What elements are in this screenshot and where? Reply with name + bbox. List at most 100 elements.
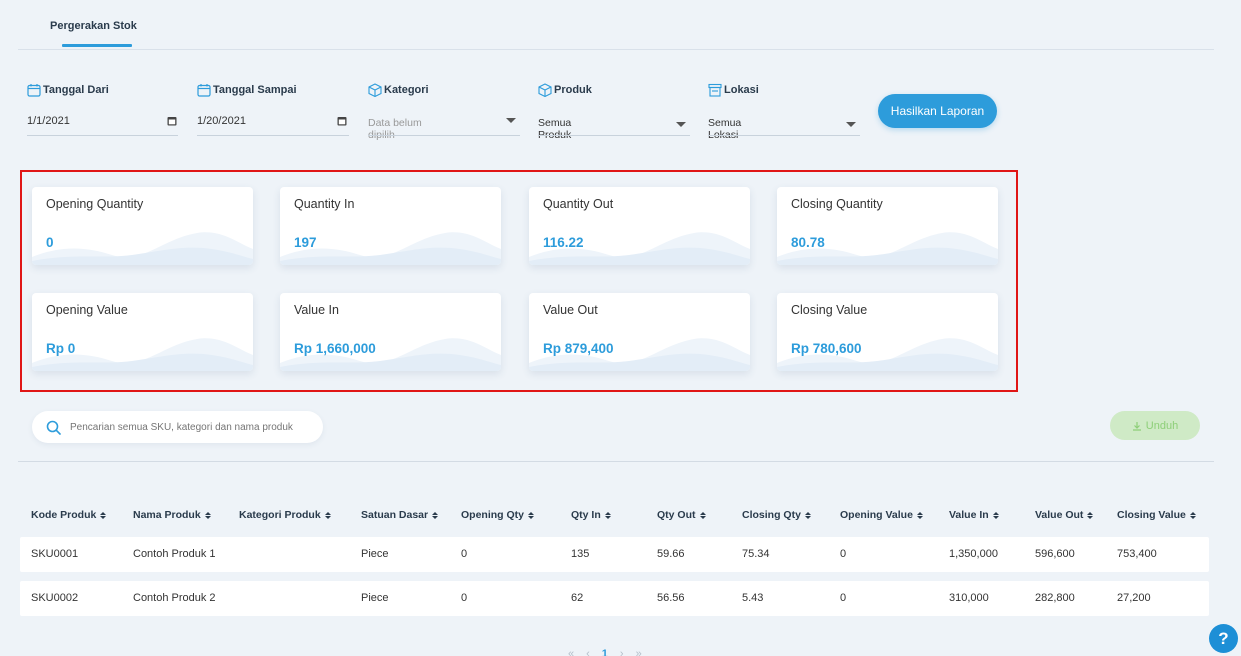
column-header[interactable]: Value In — [949, 509, 999, 521]
sort-icon[interactable] — [1087, 511, 1094, 519]
card-label: Opening Value — [46, 303, 128, 317]
product-label: Produk — [554, 84, 592, 96]
location-label: Lokasi — [724, 84, 759, 96]
sort-icon[interactable] — [604, 511, 611, 519]
category-label: Kategori — [384, 84, 429, 96]
sort-icon[interactable] — [1189, 511, 1196, 519]
sort-icon[interactable] — [992, 511, 999, 519]
sort-icon[interactable] — [432, 511, 439, 519]
card-label: Value Out — [543, 303, 598, 317]
sort-icon[interactable] — [100, 511, 107, 519]
card-label: Closing Quantity — [791, 197, 883, 211]
summary-card-value-in: Value In Rp 1,660,000 — [280, 293, 501, 371]
filter-location: Lokasi Semua Lokasi — [708, 82, 860, 141]
table-cell: Piece — [361, 548, 389, 560]
column-header[interactable]: Opening Qty — [461, 509, 534, 521]
card-label: Quantity Out — [543, 197, 614, 211]
tab-bar: Pergerakan Stok — [18, 0, 1214, 50]
card-value: Rp 0 — [46, 341, 76, 356]
summary-card-quantity-out: Quantity Out 116.22 — [529, 187, 750, 265]
download-button[interactable]: Unduh — [1110, 411, 1200, 440]
card-label: Closing Value — [791, 303, 868, 317]
table-cell: 5.43 — [742, 592, 764, 604]
wave-decoration — [32, 232, 253, 265]
column-header[interactable]: Nama Produk — [133, 509, 211, 521]
column-header[interactable]: Closing Qty — [742, 509, 811, 521]
table-cell: 135 — [571, 548, 590, 560]
table-cell: 0 — [461, 548, 468, 560]
table-row[interactable]: SKU0002 Contoh Produk 2 Piece 0 62 56.56 5.43 0… — [20, 581, 1209, 616]
last-page-icon[interactable]: » — [636, 648, 642, 656]
product-select[interactable]: Semua Produk — [538, 117, 592, 141]
column-header[interactable]: Qty In — [571, 509, 611, 521]
page-number[interactable]: 1 — [602, 648, 608, 656]
column-header-label: Kode Produk — [31, 509, 97, 521]
chevron-down-icon[interactable] — [506, 118, 516, 123]
date-from-label: Tanggal Dari — [43, 84, 109, 96]
filter-product: Produk Semua Produk — [538, 82, 690, 141]
column-header[interactable]: Kode Produk — [31, 509, 107, 521]
calendar-picker-icon[interactable] — [337, 116, 347, 126]
next-page-icon[interactable]: › — [620, 648, 624, 656]
filter-date-to: Tanggal Sampai 1/20/2021 — [197, 82, 349, 136]
store-icon — [708, 83, 722, 97]
date-to-input[interactable]: 1/20/2021 — [197, 115, 246, 127]
table-cell: SKU0001 — [31, 548, 79, 560]
table-cell: 596,600 — [1035, 548, 1075, 560]
table-cell: Piece — [361, 592, 389, 604]
table-row[interactable]: SKU0001 Contoh Produk 1 Piece 0 135 59.66 75.3… — [20, 537, 1209, 572]
generate-report-button[interactable]: Hasilkan Laporan — [878, 94, 997, 128]
download-icon — [1132, 421, 1141, 431]
table-cell: 753,400 — [1117, 548, 1157, 560]
sort-icon[interactable] — [204, 511, 211, 519]
card-value: 0 — [46, 235, 54, 250]
category-select[interactable]: Data belum dipilih — [368, 117, 429, 141]
column-header[interactable]: Qty Out — [657, 509, 706, 521]
search-box — [32, 411, 323, 443]
tab-pergerakan-stok[interactable]: Pergerakan Stok — [50, 20, 137, 41]
calendar-picker-icon[interactable] — [167, 116, 177, 126]
summary-card-closing-quantity: Closing Quantity 80.78 — [777, 187, 998, 265]
sort-icon[interactable] — [699, 511, 706, 519]
card-value: 116.22 — [543, 235, 584, 250]
date-from-input[interactable]: 1/1/2021 — [27, 115, 177, 127]
column-header[interactable]: Satuan Dasar — [361, 509, 439, 521]
table-cell: 0 — [840, 592, 847, 604]
column-header[interactable]: Opening Value — [840, 509, 923, 521]
sort-icon[interactable] — [528, 511, 534, 519]
table-cell: 62 — [571, 592, 584, 604]
search-icon — [46, 420, 61, 435]
card-value: Rp 1,660,000 — [294, 341, 376, 356]
table-cell: 56.56 — [657, 592, 685, 604]
column-header-label: Value Out — [1035, 509, 1084, 521]
column-header[interactable]: Kategori Produk — [239, 509, 331, 521]
summary-card-closing-value: Closing Value Rp 780,600 — [777, 293, 998, 371]
column-header-label: Opening Value — [840, 509, 913, 521]
prev-page-icon[interactable]: ‹ — [586, 648, 590, 656]
column-header[interactable]: Closing Value — [1117, 509, 1196, 521]
first-page-icon[interactable]: « — [568, 648, 574, 656]
summary-card-opening-value: Opening Value Rp 0 — [32, 293, 253, 371]
column-header-label: Closing Value — [1117, 509, 1186, 521]
table-cell: 27,200 — [1117, 592, 1151, 604]
column-header-label: Value In — [949, 509, 989, 521]
location-select[interactable]: Semua Lokasi — [708, 117, 759, 141]
download-label: Unduh — [1145, 419, 1179, 432]
box-icon — [368, 83, 382, 97]
chevron-down-icon[interactable] — [676, 122, 686, 127]
column-header[interactable]: Value Out — [1035, 509, 1094, 521]
help-button[interactable]: ? — [1209, 624, 1238, 653]
search-input[interactable] — [70, 411, 315, 443]
sort-icon[interactable] — [916, 511, 923, 519]
card-value: 197 — [294, 235, 317, 250]
summary-card-opening-quantity: Opening Quantity 0 — [32, 187, 253, 265]
sort-icon[interactable] — [804, 511, 811, 519]
pagination: « ‹ 1 › » — [568, 648, 642, 656]
chevron-down-icon[interactable] — [846, 122, 856, 127]
column-header-label: Opening Qty — [461, 509, 524, 521]
filter-date-from: Tanggal Dari 1/1/2021 — [27, 82, 178, 136]
date-to-label: Tanggal Sampai — [213, 84, 297, 96]
sort-icon[interactable] — [324, 511, 331, 519]
filter-category: Kategori Data belum dipilih — [368, 82, 520, 141]
table-cell: SKU0002 — [31, 592, 79, 604]
